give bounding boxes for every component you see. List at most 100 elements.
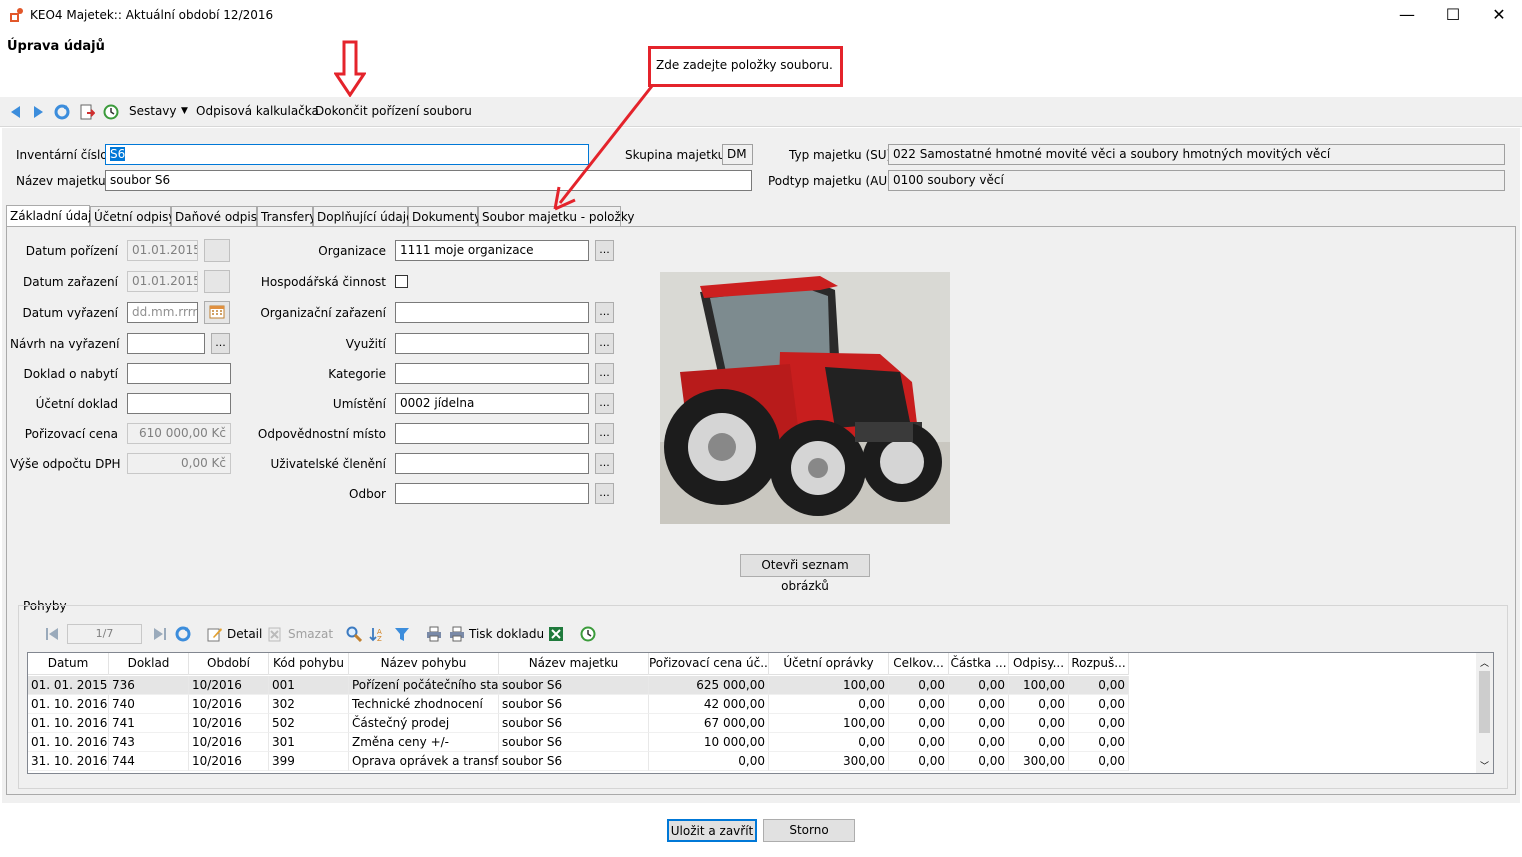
grid-column-header[interactable]: Kód pohybu <box>269 653 349 675</box>
calendar-icon[interactable] <box>204 301 230 324</box>
close-button[interactable]: ✕ <box>1476 0 1522 30</box>
table-cell: 01. 01. 2015 <box>28 676 109 695</box>
table-cell: 10/2016 <box>189 733 269 752</box>
forward-icon[interactable] <box>30 104 46 120</box>
table-row[interactable]: 01. 01. 2015 736 10/2016 001 Pořízení počáte… <box>28 676 1129 695</box>
grid-column-header[interactable]: Částka ... <box>949 653 1009 675</box>
usage-field[interactable] <box>395 333 589 354</box>
table-cell: 0,00 <box>949 752 1009 771</box>
table-cell: 300,00 <box>1009 752 1069 771</box>
location-field[interactable]: 0002 jídelna <box>395 393 589 414</box>
table-cell: 10 000,00 <box>649 733 769 752</box>
grid-column-header[interactable]: Odpisy... <box>1009 653 1069 675</box>
print-document-button[interactable]: Tisk dokladu <box>469 627 544 641</box>
table-cell: 01. 10. 2016 <box>28 733 109 752</box>
print-icon[interactable] <box>426 626 442 642</box>
department-field[interactable] <box>395 483 589 504</box>
history-grid-icon[interactable] <box>580 626 596 642</box>
grid-column-header[interactable]: Období <box>189 653 269 675</box>
window-title: KEO4 Majetek:: Aktuální období 12/2016 <box>30 8 274 22</box>
sort-icon[interactable]: AZ <box>369 626 385 642</box>
history-icon[interactable] <box>103 104 119 120</box>
tab-tax-depreciation[interactable]: Daňové odpisy <box>171 206 264 227</box>
reports-menu[interactable]: Sestavy <box>129 104 177 118</box>
disposal-date-field[interactable]: dd.mm.rrrr <box>127 302 198 323</box>
maximize-button[interactable]: ☐ <box>1430 0 1476 30</box>
acquisition-cost-label: Pořizovací cena <box>24 427 118 441</box>
org-assignment-browse-button[interactable]: ... <box>595 302 614 323</box>
accounting-document-label: Účetní doklad <box>35 397 118 411</box>
table-cell: 300,00 <box>769 752 889 771</box>
acquisition-date-field: 01.01.2015 <box>127 240 198 261</box>
location-browse-button[interactable]: ... <box>595 393 614 414</box>
grid-column-header[interactable]: Název majetku <box>499 653 649 675</box>
table-row[interactable]: 31. 10. 2016 744 10/2016 399 Oprava oprávek … <box>28 752 1129 771</box>
grid-column-header[interactable]: Datum <box>28 653 109 675</box>
inventory-number-field[interactable]: S6 <box>105 144 589 165</box>
cancel-button[interactable]: Storno <box>763 819 855 842</box>
table-row[interactable]: 01. 10. 2016 743 10/2016 301 Změna ceny +/- s… <box>28 733 1129 752</box>
disposal-proposal-browse-button[interactable]: ... <box>211 333 230 354</box>
last-page-icon[interactable] <box>152 626 168 642</box>
pager-field[interactable]: 1/7 <box>67 624 142 644</box>
disposal-proposal-field[interactable] <box>127 333 205 354</box>
table-cell: 100,00 <box>1009 676 1069 695</box>
responsibility-center-browse-button[interactable]: ... <box>595 423 614 444</box>
grid-column-header[interactable]: Pořizovací cena úč... <box>649 653 769 675</box>
user-classification-field[interactable] <box>395 453 589 474</box>
user-classification-browse-button[interactable]: ... <box>595 453 614 474</box>
table-cell: Technické zhodnocení <box>349 695 499 714</box>
organization-browse-button[interactable]: ... <box>595 240 614 261</box>
refresh-icon[interactable] <box>54 104 70 120</box>
refresh-grid-icon[interactable] <box>175 626 191 642</box>
excel-export-icon[interactable] <box>548 626 564 642</box>
table-cell: 302 <box>269 695 349 714</box>
minimize-button[interactable]: — <box>1384 0 1430 30</box>
asset-group-field: DM <box>722 144 753 165</box>
table-row[interactable]: 01. 10. 2016 740 10/2016 302 Technické zhodn… <box>28 695 1129 714</box>
tab-transfers[interactable]: Transfery <box>257 206 316 227</box>
economic-activity-checkbox[interactable] <box>395 275 408 288</box>
detail-button[interactable]: Detail <box>227 627 262 641</box>
dropdown-arrow-icon[interactable]: ▼ <box>181 106 188 116</box>
back-icon[interactable] <box>8 104 24 120</box>
detail-edit-icon[interactable] <box>207 626 223 642</box>
category-field[interactable] <box>395 363 589 384</box>
grid-column-header[interactable]: Rozpuš... <box>1069 653 1129 675</box>
export-document-icon[interactable] <box>79 104 95 120</box>
first-page-icon[interactable] <box>44 626 60 642</box>
tab-basic[interactable]: Základní údaje <box>6 205 99 228</box>
print-document-icon[interactable] <box>449 626 465 642</box>
grid-column-header[interactable]: Název pohybu <box>349 653 499 675</box>
responsibility-center-field[interactable] <box>395 423 589 444</box>
grid-column-header[interactable]: Účetní oprávky <box>769 653 889 675</box>
depreciation-calculator-button[interactable]: Odpisová kalkulačka <box>196 104 319 118</box>
user-classification-label: Uživatelské členění <box>270 457 386 471</box>
save-and-close-button[interactable]: Uložit a zavřít <box>667 819 757 842</box>
scroll-thumb[interactable] <box>1479 671 1490 733</box>
grid-column-header[interactable]: Doklad <box>109 653 189 675</box>
asset-type-field: 022 Samostatné hmotné movité věci a soub… <box>888 144 1505 165</box>
accounting-document-field[interactable] <box>127 393 231 414</box>
scroll-up-icon[interactable]: ︿ <box>1480 656 1489 669</box>
table-cell: 301 <box>269 733 349 752</box>
category-browse-button[interactable]: ... <box>595 363 614 384</box>
search-icon[interactable] <box>346 626 362 642</box>
usage-browse-button[interactable]: ... <box>595 333 614 354</box>
open-image-list-button[interactable]: Otevři seznam obrázků <box>740 554 870 593</box>
tab-documents[interactable]: Dokumenty <box>408 206 481 227</box>
acquisition-document-field[interactable] <box>127 363 231 384</box>
table-row[interactable]: 01. 10. 2016 741 10/2016 502 Částečný prodej… <box>28 714 1129 733</box>
organization-field[interactable]: 1111 moje organizace <box>395 240 589 261</box>
finish-acquisition-button[interactable]: Dokončit pořízení souboru <box>315 104 472 118</box>
scroll-down-icon[interactable]: ﹀ <box>1480 759 1489 772</box>
grid-column-header[interactable]: Celkov... <box>889 653 949 675</box>
tab-accounting-depreciation[interactable]: Účetní odpisy <box>90 206 176 227</box>
org-assignment-field[interactable] <box>395 302 589 323</box>
filter-icon[interactable] <box>394 626 410 642</box>
location-label: Umístění <box>332 397 386 411</box>
department-browse-button[interactable]: ... <box>595 483 614 504</box>
table-cell: soubor S6 <box>499 695 649 714</box>
grid-scrollbar[interactable]: ︿ ﹀ <box>1476 653 1493 773</box>
tab-additional-data[interactable]: Doplňující údaje <box>313 206 413 227</box>
